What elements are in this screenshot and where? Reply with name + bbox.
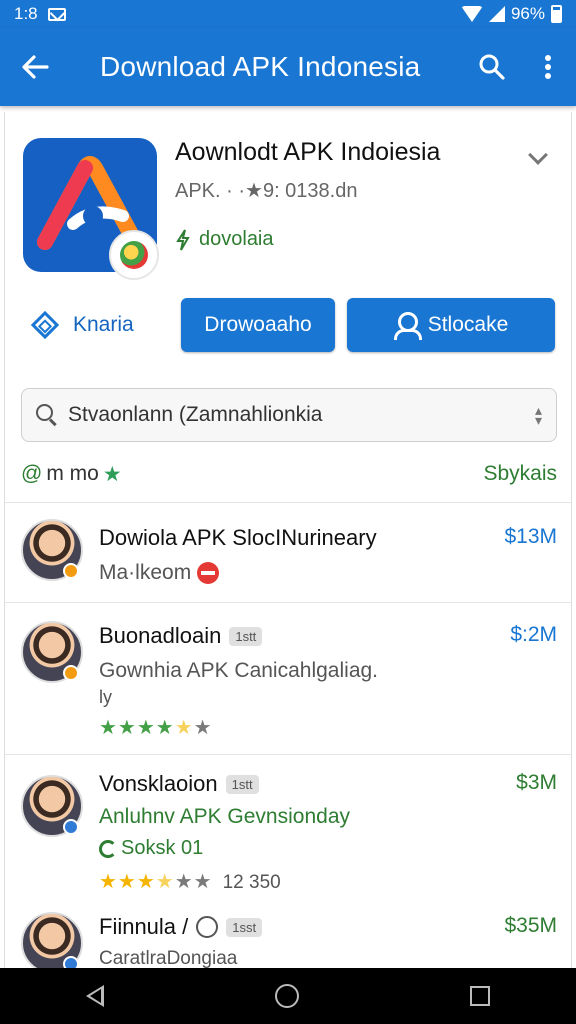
list-item-price: $:2M [510, 623, 557, 646]
download-status-label: dovolaia [199, 228, 274, 250]
secondary-action-button[interactable]: Knaria [30, 298, 134, 352]
coin-icon [196, 916, 219, 938]
search-icon [479, 54, 505, 80]
list-item-title: Buonadloain 1stt [99, 623, 263, 649]
page-title: Download APK Indonesia [100, 51, 421, 82]
battery-icon [551, 5, 562, 23]
app-badge [109, 230, 159, 280]
list-item[interactable]: Buonadloain 1stt Gownhia APK Canicahlgali… [5, 602, 571, 754]
signal-icon [488, 6, 505, 22]
account-button-label: Stlocake [427, 313, 509, 336]
system-nav-bar [0, 968, 576, 1024]
secondary-action-label: Knaria [73, 313, 134, 336]
status-time: 1:8 [14, 4, 38, 23]
list-item-subtitle: Gownhia APK Canicahlgaliag. [99, 659, 379, 682]
verified-badge-icon [63, 819, 79, 835]
search-input[interactable]: Stvaonlann (Zamnahlionkia [68, 403, 322, 427]
download-icon [176, 228, 190, 251]
tag-badge: 1stt [229, 626, 263, 646]
back-button[interactable] [0, 28, 70, 106]
person-icon [393, 312, 422, 340]
list-item-title: Fiinnula /1sst [99, 914, 263, 940]
list-item[interactable]: Vonsklaoion 1stt Anluhnv APK Gevnsionday … [5, 754, 571, 893]
filter-right-link[interactable]: Sbykais [483, 462, 557, 486]
sort-stepper-icon[interactable]: ▴ ▾ [535, 403, 542, 427]
content-card: Aownlodt APK Indoiesia APK. · ·★9: 0138.… [4, 112, 572, 974]
wifi-icon [460, 6, 483, 22]
verified-badge-icon [63, 563, 79, 579]
refresh-icon [99, 839, 117, 858]
star-icon: ★ [102, 462, 122, 486]
download-button[interactable]: Drowoaaho [181, 298, 335, 352]
filter-row: @ m mo ★ Sbykais [21, 456, 557, 492]
list-item-title: Dowiola APK SlocINurineary [99, 525, 377, 550]
overflow-menu-button[interactable] [520, 28, 576, 106]
list-item-price: $35M [504, 914, 557, 937]
star-rating: ★★★★★★ [99, 717, 213, 739]
app-subtitle: APK. · ·★9: 0138.dn [175, 180, 358, 202]
filter-left-label: m mo [46, 462, 99, 485]
verified-badge-icon [63, 665, 79, 681]
list-item-subtitle: Anluhnv APK Gevnsionday [99, 805, 350, 828]
list-item-title: Vonsklaoion 1stt [99, 771, 259, 797]
list-item-link[interactable]: Soksk 01 [99, 837, 203, 860]
list-item-subtitle: CaratlraDongiaa [99, 948, 238, 969]
list-item-subtitle: Ma·lkeom [99, 561, 220, 585]
tag-badge: 1sst [226, 917, 263, 937]
account-button[interactable]: Stlocake [347, 298, 555, 352]
download-status: dovolaia [175, 228, 274, 251]
app-bar: Download APK Indonesia [0, 28, 576, 106]
nav-recents-icon[interactable] [470, 986, 491, 1006]
mail-icon [47, 7, 66, 21]
battery-percent: 96% [510, 4, 545, 23]
list-item-subtitle-2: ly [99, 687, 112, 707]
search-icon [36, 404, 58, 426]
status-bar: 1:8 96% [0, 0, 576, 28]
search-field[interactable]: Stvaonlann (Zamnahlionkia ▴ ▾ [21, 388, 557, 442]
download-button-label: Drowoaaho [204, 313, 312, 336]
back-arrow-icon [22, 55, 49, 79]
badge-icon [197, 562, 220, 585]
nav-back-icon[interactable] [85, 985, 104, 1007]
filter-left[interactable]: @ m mo ★ [21, 462, 122, 487]
list-item[interactable]: Fiinnula /1sst CaratlraDongiaa $35M [5, 890, 571, 974]
at-icon: @ [21, 462, 43, 485]
diamond-icon [30, 310, 60, 340]
list-item[interactable]: Dowiola APK SlocINurineary Ma·lkeom $13M [5, 502, 571, 602]
tag-badge: 1stt [225, 774, 259, 794]
list-item-price: $13M [504, 525, 557, 548]
search-button[interactable] [464, 28, 520, 106]
chevron-down-icon[interactable] [528, 145, 548, 165]
more-vert-icon [545, 55, 551, 79]
list-item-price: $3M [516, 771, 557, 794]
app-title: Aownlodt APK Indoiesia [175, 138, 441, 166]
nav-home-icon[interactable] [274, 984, 299, 1008]
